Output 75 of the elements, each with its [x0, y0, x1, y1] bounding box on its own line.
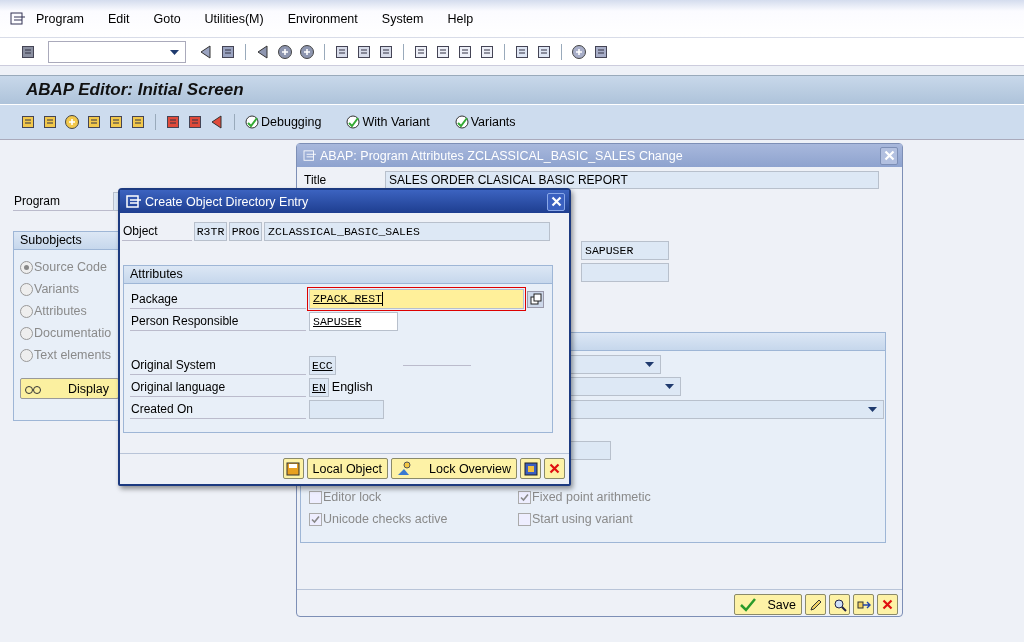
checkbox-label: Fixed point arithmetic: [532, 490, 651, 504]
toolbar-button[interactable]: Debugging: [244, 114, 322, 130]
radio-label: Variants: [34, 282, 79, 296]
display-button[interactable]: Display: [20, 378, 119, 399]
window-icon: [303, 149, 317, 162]
search-icon: [832, 597, 847, 612]
object-field: PROG: [229, 222, 262, 241]
navigate-button[interactable]: [853, 594, 874, 615]
package-field[interactable]: ZPACK_REST: [309, 289, 524, 309]
layout-button[interactable]: [520, 458, 541, 479]
field-label: Person Responsible: [130, 311, 306, 331]
radio-label: Text elements: [34, 348, 112, 362]
checkbox-label: Unicode checks active: [323, 512, 448, 526]
screen-title: ABAP Editor: Initial Screen: [26, 80, 244, 100]
menu-item[interactable]: Edit: [107, 11, 130, 26]
play-icon[interactable]: [209, 114, 225, 130]
save-button[interactable]: [282, 458, 304, 479]
radio-label: Source Code: [34, 260, 107, 274]
toolbar-button[interactable]: With Variant: [345, 114, 430, 130]
clock-check-icon: [345, 114, 362, 130]
check-icon: [519, 491, 530, 503]
group-title: Attributes: [130, 267, 183, 281]
lock-overview-button[interactable]: Lock Overview: [391, 458, 517, 479]
dialog-title: Create Object Directory Entry: [145, 194, 309, 209]
object-field: R3TR: [194, 222, 227, 241]
command-field[interactable]: [48, 40, 186, 63]
cancel-button[interactable]: [877, 594, 898, 615]
field-label: Original language: [130, 377, 306, 397]
value-field: ECC: [309, 355, 336, 375]
field-label: Object: [122, 222, 192, 241]
menu-item[interactable]: Utilities(M): [204, 11, 264, 26]
close-button[interactable]: [880, 146, 898, 165]
menu-item[interactable]: Program: [36, 11, 84, 26]
value-help-icon[interactable]: [527, 290, 544, 308]
clock-check-icon: [244, 114, 260, 130]
pencil-icon: [808, 597, 823, 612]
local-object-button[interactable]: Local Object: [306, 458, 388, 479]
menu-item[interactable]: System: [381, 11, 424, 26]
close-icon: [550, 196, 562, 207]
caret-icon: [868, 407, 877, 412]
save-button[interactable]: Save: [733, 594, 802, 615]
object-field: ZCLASSICAL_BASIC_SALES: [264, 222, 550, 241]
close-icon: [883, 150, 895, 161]
radio-label: Attributes: [34, 304, 87, 318]
menu-item[interactable]: Goto: [153, 11, 181, 26]
dialog-title: ABAP: Program Attributes ZCLASSICAL_BASIC_SALES Change: [320, 148, 683, 163]
caret-icon: [645, 362, 654, 367]
caret-icon: [665, 384, 674, 389]
edit-button[interactable]: [805, 594, 826, 615]
checkmark-icon: [739, 597, 756, 612]
menu-icon[interactable]: [10, 11, 26, 26]
toolbar-button[interactable]: Variants: [453, 114, 516, 130]
check-icon: [310, 513, 321, 525]
field-label: Created On: [130, 399, 306, 419]
clock-check-icon: [453, 114, 470, 130]
back-icon[interactable]: [255, 43, 271, 60]
group-title: Subobjects: [20, 233, 82, 247]
close-button[interactable]: [547, 192, 565, 211]
cancel-button[interactable]: [544, 458, 565, 479]
title-field[interactable]: SALES ORDER CLASICAL BASIC REPORT: [385, 171, 879, 189]
author-field: SAPUSER: [581, 241, 669, 260]
radio-label: Documentatio: [34, 326, 112, 340]
search-button[interactable]: [829, 594, 850, 615]
menu-item[interactable]: Environment: [287, 11, 358, 26]
field-label: Original System: [130, 355, 306, 375]
checkbox-label: Start using variant: [532, 512, 633, 526]
value-field: EN: [309, 377, 329, 397]
back-icon[interactable]: [198, 43, 214, 60]
caret-icon: [170, 49, 179, 55]
field-label: Package: [130, 289, 306, 309]
window-icon: [126, 194, 142, 209]
checkbox-label: Editor lock: [323, 490, 382, 504]
input-field[interactable]: SAPUSER: [309, 311, 398, 331]
language-name: English: [331, 380, 373, 394]
menu-item[interactable]: Help: [447, 11, 474, 26]
